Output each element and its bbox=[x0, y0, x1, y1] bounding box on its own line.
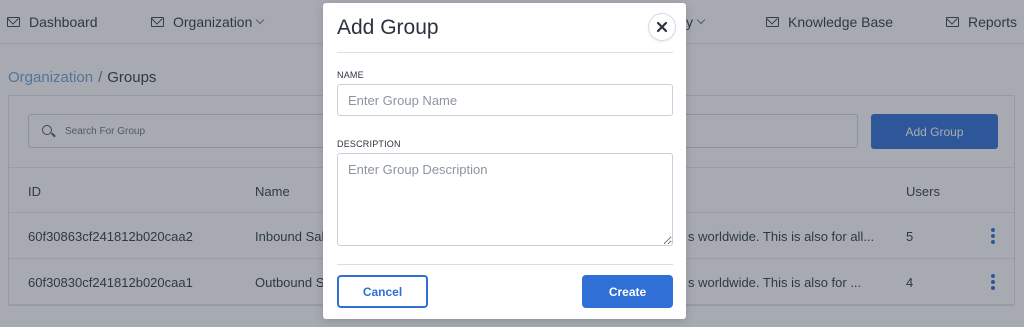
dialog-footer-divider bbox=[337, 264, 673, 265]
group-description-field[interactable] bbox=[337, 153, 673, 246]
description-label: DESCRIPTION bbox=[337, 139, 401, 149]
name-label: NAME bbox=[337, 70, 364, 80]
group-name-field[interactable] bbox=[337, 84, 673, 116]
close-icon bbox=[656, 21, 668, 33]
add-group-dialog: Add Group NAME DESCRIPTION Cancel Create bbox=[323, 3, 686, 319]
create-button[interactable]: Create bbox=[582, 275, 673, 308]
cancel-button[interactable]: Cancel bbox=[337, 275, 428, 308]
dialog-header-divider bbox=[337, 52, 673, 53]
close-button[interactable] bbox=[649, 14, 675, 40]
dialog-title: Add Group bbox=[337, 16, 439, 39]
